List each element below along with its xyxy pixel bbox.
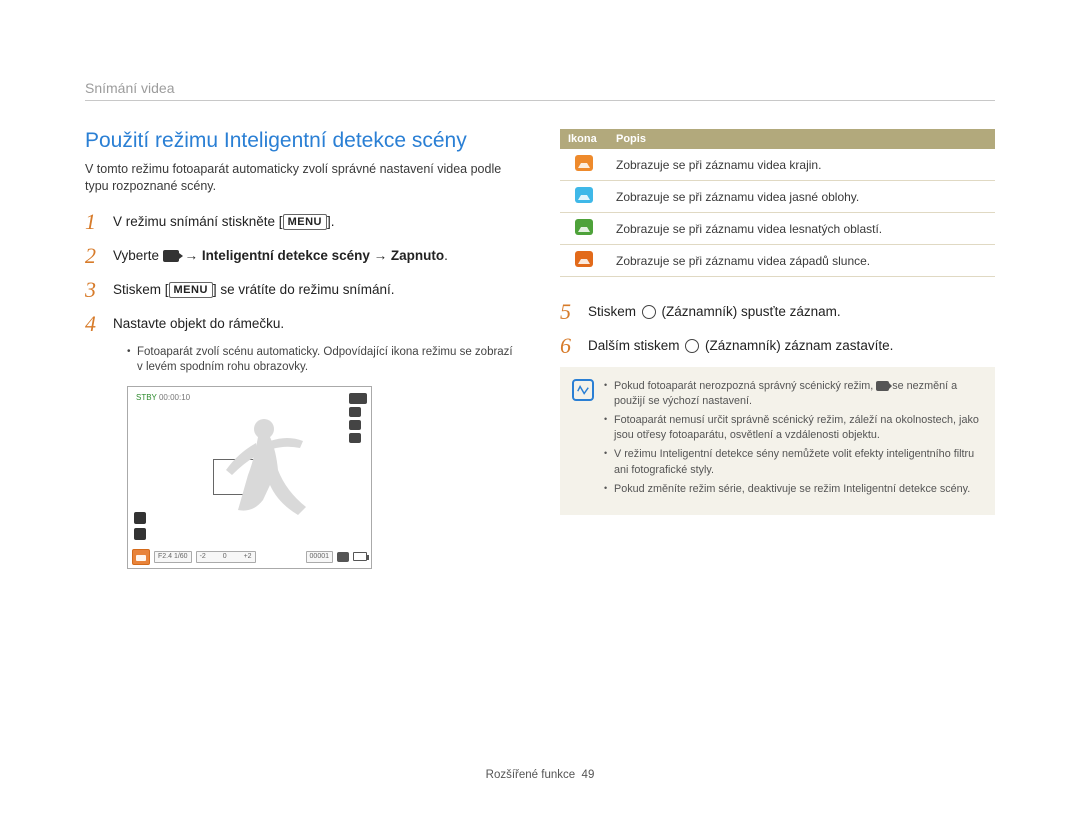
note-box: Pokud fotoaparát nerozpozná správný scén… [560,367,995,515]
left-column: Použití režimu Inteligentní detekce scén… [85,129,520,569]
right-column: Ikona Popis Zobrazuje se při záznamu vid… [560,129,995,569]
step2-pre: Vyberte [113,248,163,263]
step6-mid: (Záznamník) záznam zastavíte. [701,338,893,353]
intro-text: V tomto režimu fotoaparát automaticky zv… [85,161,520,195]
row-desc: Zobrazuje se při záznamu videa lesnatých… [608,213,995,245]
step5-mid: (Záznamník) spusťte záznam. [658,304,841,319]
step-number: 1 [85,209,113,233]
step5-pre: Stiskem [588,304,640,319]
record-button-icon [642,305,656,319]
step-number: 2 [85,243,113,267]
step-2: 2 Vyberte → Inteligentní detekce scény →… [85,243,520,267]
step3-post: ] se vrátíte do režimu snímání. [213,282,395,297]
step4-text: Nastavte objekt do rámečku. [113,311,284,334]
row-desc: Zobrazuje se při záznamu videa jasné obl… [608,181,995,213]
note-item: Pokud změníte režim série, deaktivuje se… [604,482,981,497]
landscape-icon [575,155,593,171]
step2-b2: Zapnuto [391,248,444,263]
table-row: Zobrazuje se při záznamu videa lesnatých… [560,213,995,245]
ev-scale: -20+2 [196,551,256,563]
card-icon [337,552,349,562]
forest-icon [575,219,593,235]
step-number: 3 [85,277,113,301]
step-4: 4 Nastavte objekt do rámečku. [85,311,520,335]
sky-icon [575,187,593,203]
fps-icon [349,420,361,430]
quality-icon [349,407,361,417]
page-heading: Použití režimu Inteligentní detekce scén… [85,129,520,153]
step2-b1: Inteligentní detekce scény [202,248,370,263]
step2-arrow1: → [185,248,202,263]
step1-pre: V režimu snímání stiskněte [ [113,214,283,229]
th-desc: Popis [608,129,995,149]
menu-button-icon: MENU [169,282,213,298]
section-label: Snímání videa [85,80,995,101]
resolution-icon [349,393,367,404]
row-desc: Zobrazuje se při záznamu videa západů sl… [608,245,995,277]
note-icon [572,379,594,401]
stby-time: 00:00:10 [159,393,190,402]
preview-bottom-bar: F2.4 1/60 -20+2 00001 [128,546,371,568]
shake-icon [134,512,146,524]
step-1: 1 V režimu snímání stiskněte [MENU]. [85,209,520,233]
table-row: Zobrazuje se při záznamu videa západů sl… [560,245,995,277]
record-button-icon [685,339,699,353]
step6-pre: Dalším stiskem [588,338,683,353]
note-item: Pokud fotoaparát nerozpozná správný scén… [604,379,981,409]
step-number: 5 [560,299,588,323]
menu-button-icon: MENU [283,214,327,230]
exposure-chip: F2.4 1/60 [154,551,192,563]
counter-chip: 00001 [306,551,333,563]
table-row: Zobrazuje se při záznamu videa jasné obl… [560,181,995,213]
note-item: Fotoaparát nemusí určit správně scénický… [604,413,981,443]
step2-end: . [444,248,448,263]
camera-preview: STBY 00:00:10 [127,386,372,569]
sunset-icon [575,251,593,267]
step-5: 5 Stiskem (Záznamník) spusťte záznam. [560,299,995,323]
dancer-image [208,415,318,535]
mic-icon [134,528,146,540]
stby-label: STBY [136,393,157,402]
th-icon: Ikona [560,129,608,149]
battery-icon [353,552,367,561]
step1-post: ]. [327,214,335,229]
step-6: 6 Dalším stiskem (Záznamník) záznam zast… [560,333,995,357]
note-item: V režimu Inteligentní detekce sény nemůž… [604,447,981,477]
video-mode-icon [163,250,179,262]
stabilizer-icon [349,433,361,443]
scene-mode-icon [132,549,150,565]
step2-arrow2: → [370,248,391,263]
table-row: Zobrazuje se při záznamu videa krajin. [560,149,995,181]
step-3: 3 Stiskem [MENU] se vrátíte do režimu sn… [85,277,520,301]
row-desc: Zobrazuje se při záznamu videa krajin. [608,149,995,181]
step-number: 6 [560,333,588,357]
scene-icon-table: Ikona Popis Zobrazuje se při záznamu vid… [560,129,995,277]
page-footer: Rozšířené funkce 49 [0,769,1080,781]
step3-pre: Stiskem [ [113,282,169,297]
video-mode-icon [876,381,889,391]
step4-sub: Fotoaparát zvolí scénu automaticky. Odpo… [127,345,520,376]
step-number: 4 [85,311,113,335]
